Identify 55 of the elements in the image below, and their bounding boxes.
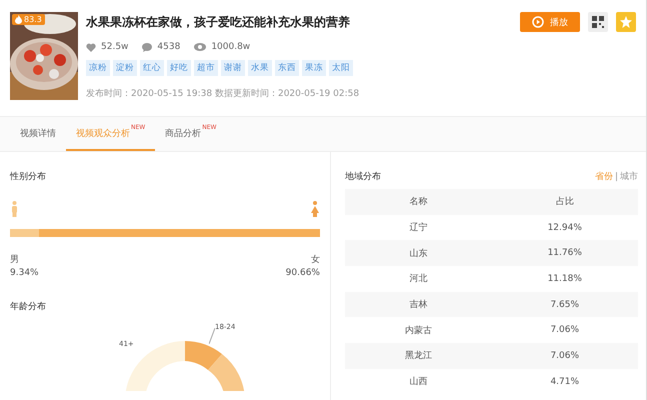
qr-code-icon <box>592 16 604 28</box>
publish-info: 发布时间：2020-05-15 19:38 数据更新时间：2020-05-19 02:58 <box>86 88 360 100</box>
table-cell-text: 11.18% <box>546 274 583 284</box>
section-title: 年龄分布 <box>10 300 47 313</box>
table-cell-text: 7.06% <box>549 350 580 361</box>
tag[interactable]: 谢谢 <box>221 60 245 76</box>
table-cell-text: 吉林 <box>408 298 428 312</box>
play-button[interactable]: 播放 <box>520 12 580 32</box>
female-label: 女 <box>311 254 320 266</box>
male-label: 男 <box>10 254 20 266</box>
separator: | <box>614 172 618 182</box>
table-cell-text: 7.06% <box>549 325 580 336</box>
table-cell-text: 辽宁 <box>408 222 428 234</box>
male-figure-icon <box>11 201 18 217</box>
table-cell-text: 4.71% <box>549 376 580 387</box>
tag[interactable]: 红心 <box>140 60 164 76</box>
section-title: 性别分布 <box>10 170 47 183</box>
views-count: 1000.8w <box>211 42 250 52</box>
section-title: 地域分布 <box>345 170 381 183</box>
play-icon <box>532 16 544 28</box>
tag[interactable]: 超市 <box>194 60 218 76</box>
male-percent: 9.34% <box>10 268 39 278</box>
comments-count: 4538 <box>157 42 180 52</box>
tag[interactable]: 凉粉 <box>86 60 110 76</box>
tag[interactable]: 淀粉 <box>113 60 137 76</box>
tab[interactable]: 视频详情 <box>10 117 66 151</box>
column-header: 占比 <box>554 196 575 208</box>
table-cell-text: 山东 <box>408 248 428 260</box>
table-cell-text: 11.76% <box>546 248 583 258</box>
tag[interactable]: 水果 <box>248 60 272 76</box>
likes-count: 52.5w <box>101 42 128 52</box>
female-percent: 90.66% <box>286 268 320 278</box>
table-cell-text: 黑龙江 <box>404 350 433 362</box>
star-icon <box>620 16 632 28</box>
tag[interactable]: 太阳 <box>329 60 353 76</box>
tag[interactable]: 东西 <box>275 60 299 76</box>
table-cell-text: 12.94% <box>546 222 583 233</box>
female-figure-icon <box>311 201 319 217</box>
table-cell-text: 内蒙古 <box>404 324 433 337</box>
comment-icon <box>142 42 152 52</box>
table-cell-text: 山西 <box>408 376 428 388</box>
eye-icon <box>194 43 206 51</box>
tag[interactable]: 好吃 <box>167 60 191 76</box>
heart-icon <box>86 42 96 52</box>
tag[interactable]: 果冻 <box>302 60 326 76</box>
region-toggle[interactable]: 省份 <box>594 170 613 183</box>
region-toggle[interactable]: 城市 <box>620 170 638 183</box>
heat-badge: 83.3 <box>12 14 45 25</box>
table-cell-text: 7.65% <box>549 300 580 310</box>
flame-icon <box>15 15 22 24</box>
table-cell-text: 河北 <box>408 272 428 286</box>
video-title: 水果果冻杯在家做，孩子爱吃还能补充水果的营养 <box>86 14 351 31</box>
leader-line <box>209 328 215 344</box>
column-header: 名称 <box>408 196 428 208</box>
qr-code-button[interactable] <box>588 12 608 32</box>
